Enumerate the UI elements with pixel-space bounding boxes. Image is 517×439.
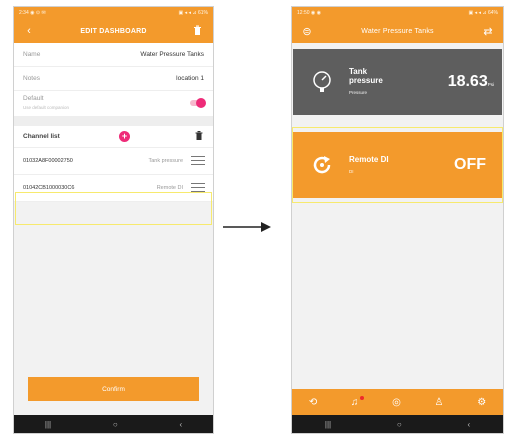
tab-settings-icon[interactable]: ⚙ [477,397,486,408]
channel-name: Tank pressure [148,158,183,164]
tile-name-text: Tank pressure [349,67,383,85]
channel-row[interactable]: 01032A8F00002750 Tank pressure [14,148,213,175]
section-divider [14,117,213,126]
account-icon[interactable]: ⊜ [300,25,314,38]
toggle-knob [196,98,206,108]
tab-dashboard-icon[interactable]: ⟲ [309,397,317,408]
recents-button[interactable]: ||| [45,420,51,429]
delete-dashboard-icon[interactable] [191,25,205,38]
bottom-tab-bar: ⟲ ♫ ◎ ♙ ⚙ [292,389,503,415]
channel-name: Remote DI [156,185,183,191]
app-bar: ⊜ Water Pressure Tanks ⇄ [292,19,503,43]
notes-label: Notes [23,75,40,82]
notes-field[interactable]: Notes location 1 [14,67,213,91]
arrow-right-icon [223,222,271,232]
home-button[interactable]: ○ [397,420,402,429]
highlight-box [292,127,503,203]
channel-id: 01032A8F00002750 [23,158,73,164]
highlight-box [15,192,212,225]
status-time: 2:34 ◉ ⊙ ✉ [19,10,46,16]
dashboard-title[interactable]: Water Pressure Tanks [361,28,433,35]
edit-dashboard-screen: 2:34 ◉ ⊙ ✉ ▣ ◂ ◂ ⊿ 61% ‹ EDIT DASHBOARD … [13,6,214,434]
default-setting: Default Use default companion [14,91,213,117]
tile-subtitle: Pressure [349,90,368,95]
swap-dashboard-icon[interactable]: ⇄ [481,25,495,38]
back-button[interactable]: ‹ [179,420,182,429]
dashboard-screen: 12:50 ◉ ◉ ▣ ◂ ◂ ⊿ 64% ⊜ Water Pressure T… [291,6,504,434]
default-sublabel: Use default companion [23,105,70,110]
tab-alarms-icon[interactable]: ♫ [351,397,359,408]
status-bar: 2:34 ◉ ⊙ ✉ ▣ ◂ ◂ ⊿ 61% [14,7,213,19]
tab-users-icon[interactable]: ♙ [435,397,444,408]
back-button[interactable]: ‹ [467,420,470,429]
system-nav-bar: ||| ○ ‹ [14,415,213,433]
channel-tile-tank-pressure[interactable]: Tank pressure Pressure 18.63Psi [293,49,502,115]
channel-list: Channel list + 01032A8F00002750 Tank pre… [14,126,213,202]
notification-dot [360,396,364,400]
default-label: Default [23,95,44,102]
home-button[interactable]: ○ [113,420,118,429]
gauge-icon [309,69,335,95]
system-nav-bar: ||| ○ ‹ [292,415,503,433]
status-indicators: ▣ ◂ ◂ ⊿ 61% [178,10,209,16]
channel-id: 01042CB1000030C6 [23,185,75,191]
tab-devices-icon[interactable]: ◎ [392,397,401,408]
tile-value-text: 18.63 [447,73,488,90]
notes-value[interactable]: location 1 [176,75,204,82]
tile-unit: Psi [487,82,494,87]
back-arrow-icon[interactable]: ‹ [22,25,36,37]
page-title: EDIT DASHBOARD [80,27,147,35]
channel-list-header: Channel list + [14,126,213,148]
recents-button[interactable]: ||| [325,420,331,429]
app-bar: ‹ EDIT DASHBOARD [14,19,213,43]
name-value[interactable]: Water Pressure Tanks [140,51,204,58]
default-toggle[interactable] [190,98,206,108]
drag-handle-icon[interactable] [191,156,205,168]
confirm-button[interactable]: Confirm [28,377,199,401]
tile-value: 18.63Psi [448,73,494,91]
tile-name: Tank pressure Pressure [349,67,397,97]
channel-list-title: Channel list [23,133,60,140]
status-indicators: ▣ ◂ ◂ ⊿ 64% [468,10,499,16]
delete-channel-icon[interactable] [195,131,203,142]
name-field[interactable]: Name Water Pressure Tanks [14,43,213,67]
status-bar: 12:50 ◉ ◉ ▣ ◂ ◂ ⊿ 64% [292,7,503,19]
name-label: Name [23,51,41,58]
status-time: 12:50 ◉ ◉ [297,10,322,16]
add-channel-button[interactable]: + [119,131,130,142]
